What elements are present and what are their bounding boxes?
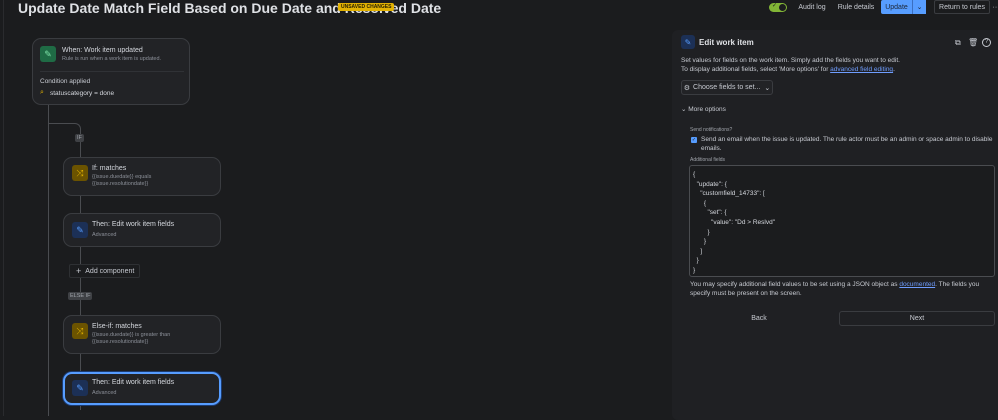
trigger-subtitle: Rule is run when a work item is updated. (62, 56, 162, 62)
plus-icon: + (76, 266, 82, 276)
add-component-button[interactable]: + Add component (69, 264, 140, 278)
rule-enabled-toggle[interactable]: ✓ (769, 3, 787, 12)
send-email-label: Send an email when the issue is updated.… (701, 136, 993, 152)
help-icon[interactable]: ? (982, 38, 991, 47)
advanced-field-editing-link[interactable]: advanced field editing (830, 66, 893, 73)
documented-link[interactable]: documented (899, 281, 935, 288)
chevron-down-icon: ⌄ (764, 84, 771, 92)
elseif-card-line2: {{issue.resolutiondate}} (92, 339, 149, 345)
rule-details-button[interactable]: Rule details (835, 0, 877, 14)
branch-icon: ⤨ (72, 323, 88, 339)
update-dropdown-button[interactable]: ⌄ (912, 0, 926, 14)
if-card-line1: {{issue.duedate}} equals (92, 174, 152, 180)
additional-fields-textarea[interactable]: { "update": { "customfield_14733": [ { "… (689, 165, 995, 277)
return-to-rules-button[interactable]: Return to rules (934, 0, 990, 14)
else-if-tag: ELSE IF (68, 292, 93, 300)
then2-title: Then: Edit work item fields (92, 379, 175, 386)
audit-log-button[interactable]: Audit log (794, 0, 830, 14)
choose-fields-dropdown[interactable]: ⚙ Choose fields to set... ⌄ (681, 80, 773, 95)
chevron-down-icon: ⌄ (916, 4, 923, 11)
elseif-card-title: Else-if: matches (92, 323, 142, 330)
unsaved-badge: UNSAVED CHANGES (338, 3, 395, 11)
trigger-title: When: Work item updated (62, 47, 143, 54)
panel-description: Set values for fields on the work item. … (681, 57, 900, 64)
edit-icon: ✎ (72, 380, 88, 396)
then-card-1[interactable]: ✎ (63, 213, 221, 247)
search-icon: ⌕ (40, 89, 44, 96)
additional-fields-label: Additional fields (690, 157, 726, 163)
back-button[interactable]: Back (689, 311, 829, 326)
check-icon: ✓ (772, 3, 778, 9)
panel-description-2: To display additional fields, select 'Mo… (681, 66, 895, 73)
condition-value: statuscategory = done (50, 90, 115, 97)
then1-subtitle: Advanced (92, 232, 117, 238)
if-card-line2: {{issue.resolutiondate}} (92, 181, 149, 187)
gear-icon: ⚙ (683, 84, 691, 92)
send-email-checkbox[interactable]: ✓ (691, 137, 697, 143)
update-button[interactable]: Update (881, 0, 912, 14)
edit-icon: ✎ (681, 35, 695, 49)
delete-icon[interactable]: 🗑 (968, 38, 978, 47)
if-tag: IF (75, 134, 84, 142)
more-options-toggle[interactable]: ⌄ More options (681, 105, 726, 113)
more-menu-button[interactable]: ··· (992, 0, 998, 14)
elseif-card-line1: {{issue.duedate}} is greater than (92, 332, 171, 338)
then2-subtitle: Advanced (92, 390, 117, 396)
then-card-2-selected[interactable]: ✎ (63, 372, 221, 405)
chevron-down-icon: ⌄ (681, 106, 687, 113)
branch-icon: ⤨ (72, 165, 88, 181)
additional-fields-help: You may specify additional field values … (690, 281, 980, 297)
if-card-title: If: matches (92, 165, 127, 172)
trigger-card[interactable]: ✎ When: Work item updated Rule is run wh… (32, 38, 190, 105)
panel-title: Edit work item (699, 38, 754, 47)
condition-label: Condition applied (40, 78, 91, 85)
duplicate-icon[interactable]: ⧉ (955, 38, 961, 48)
edit-icon: ✎ (72, 222, 88, 238)
then1-title: Then: Edit work item fields (92, 221, 175, 228)
next-button[interactable]: Next (839, 311, 995, 326)
edit-trigger-icon: ✎ (40, 46, 56, 62)
send-notifications-label: Send notifications? (690, 127, 733, 133)
